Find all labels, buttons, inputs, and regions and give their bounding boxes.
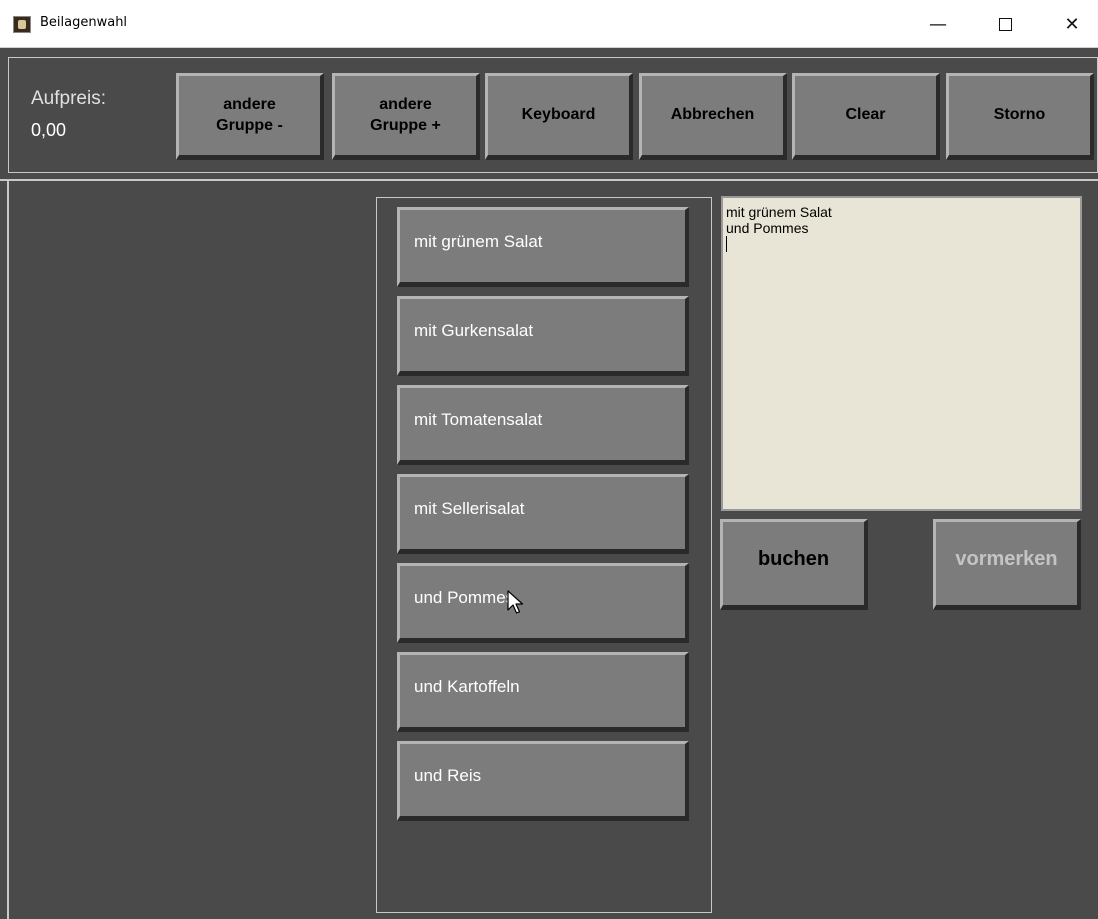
aufpreis-value: 0,00 — [31, 120, 67, 140]
mouse-cursor-icon — [507, 590, 524, 614]
item-gruener-salat-button[interactable]: mit grünem Salat — [397, 207, 689, 287]
window-title: Beilagenwahl — [40, 15, 128, 30]
memo-caret-line — [726, 236, 1077, 255]
clear-button[interactable]: Clear — [792, 73, 940, 160]
aufpreis-label: Aufpreis: — [31, 88, 106, 109]
selection-memo[interactable]: mit grünem Salat und Pommes — [721, 196, 1082, 511]
item-sellerisalat-button[interactable]: mit Sellerisalat — [397, 474, 689, 554]
next-group-label-line2: Gruppe + — [370, 116, 441, 134]
item-kartoffeln-button[interactable]: und Kartoffeln — [397, 652, 689, 732]
main-divider — [0, 179, 1098, 181]
previous-group-button[interactable]: andere Gruppe - — [176, 73, 324, 160]
toolbar: Aufpreis: 0,00 andere Gruppe - andere Grup… — [8, 57, 1098, 173]
keyboard-button[interactable]: Keyboard — [485, 73, 633, 160]
next-group-label-line1: andere — [379, 95, 432, 113]
app-icon — [13, 16, 31, 33]
close-button[interactable]: ✕ — [1049, 0, 1095, 48]
storno-button[interactable]: Storno — [946, 73, 1094, 160]
cancel-button[interactable]: Abbrechen — [639, 73, 787, 160]
buchen-button[interactable]: buchen — [720, 519, 868, 610]
memo-line: mit grünem Salat — [726, 204, 832, 220]
title-bar: Beilagenwahl — ✕ — [0, 0, 1098, 48]
item-pommes-button[interactable]: und Pommes — [397, 563, 689, 643]
item-reis-button[interactable]: und Reis — [397, 741, 689, 821]
maximize-icon — [998, 17, 1012, 31]
vormerken-button[interactable]: vormerken — [933, 519, 1081, 610]
memo-line: und Pommes — [726, 220, 809, 236]
minimize-button[interactable]: — — [915, 0, 961, 48]
next-group-button[interactable]: andere Gruppe + — [332, 73, 480, 160]
maximize-button[interactable] — [982, 0, 1028, 48]
previous-group-label-line1: andere — [223, 95, 276, 113]
main-left-border — [7, 181, 9, 919]
previous-group-label-line2: Gruppe - — [216, 116, 283, 134]
item-gurkensalat-button[interactable]: mit Gurkensalat — [397, 296, 689, 376]
item-tomatensalat-button[interactable]: mit Tomatensalat — [397, 385, 689, 465]
text-caret — [726, 236, 727, 252]
